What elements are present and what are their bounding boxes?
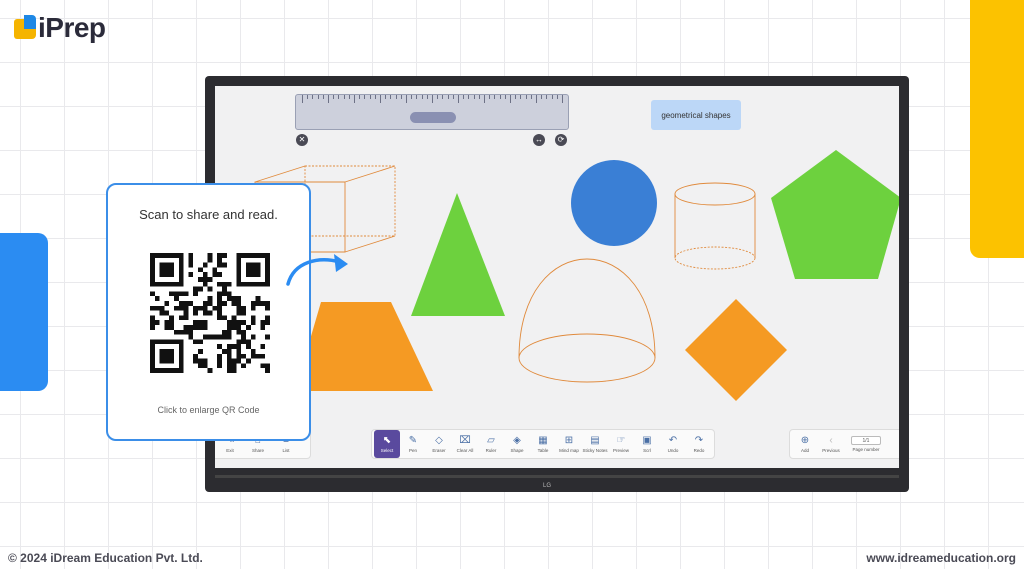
previous-label: Previous [822,448,840,453]
bezel-strip [215,475,899,478]
pen-icon: ✎ [408,435,418,446]
tool-undo-button[interactable]: ↶ Undo [660,430,686,458]
blue-circle [571,160,657,246]
tool-label: Preview [612,448,629,453]
orange-diamond [685,299,787,401]
tool-label: Undo [667,448,679,453]
tool-label: Table [537,448,549,453]
decorative-blue-block [0,233,48,391]
tool-ruler-button[interactable]: ▱ Ruler [478,430,504,458]
tool-label: Redo [693,448,705,453]
website-link[interactable]: www.idreameducation.org [866,551,1016,565]
tool-select-button[interactable]: ⬉ Select [374,430,400,458]
tool-label: Shape [510,448,524,453]
tool-label: Mind map [559,448,579,453]
tool-label: Exit [226,448,234,453]
pointer-arrow-icon [286,254,348,286]
tool-mind-map-button[interactable]: ⊞ Mind map [556,430,582,458]
enlarge-qr-link[interactable]: Click to enlarge QR Code [108,405,309,415]
tool-scrl-button[interactable]: ▣ Scrl [634,430,660,458]
redo-icon: ↷ [694,435,704,446]
tool-label: List [282,448,290,453]
tool-shape-button[interactable]: ◈ Shape [504,430,530,458]
tool-label: Select [380,448,394,453]
sticky-notes-icon: ▤ [590,435,600,446]
main-toolbar: ⬉ Select ✎ Pen ◇ Eraser ⌧ Clear All ▱ Ruler ◈ Shape… [371,429,715,459]
page-number-label: Page number [852,447,880,452]
page-number-control[interactable]: 1/1 Page number [844,430,888,458]
brand-name: iPrep [38,12,106,43]
mind-map-icon: ⊞ [564,435,574,446]
add-label: Add [800,448,809,453]
select-icon: ⬉ [382,435,392,446]
add-icon: ⊕ [800,435,810,446]
page-toolbar: ⊕ Add ‹ Previous 1/1 Page number [789,429,899,459]
green-triangle [411,193,505,316]
copyright-text: © 2024 iDream Education Pvt. Ltd. [8,551,203,565]
decorative-yellow-block [970,0,1024,258]
tool-label: Scrl [643,448,651,453]
table-icon: ▦ [538,435,548,446]
tool-eraser-button[interactable]: ◇ Eraser [426,430,452,458]
undo-icon: ↶ [668,435,678,446]
eraser-icon: ◇ [435,435,443,446]
brand-logo: iPrep [14,14,106,42]
add-page-button[interactable]: ⊕ Add [792,430,818,458]
tool-label: Pen [408,448,417,453]
qr-share-popup[interactable]: Scan to share and read. Click to enlarge… [106,183,311,441]
chevron-left-icon: ‹ [829,435,833,446]
tool-redo-button[interactable]: ↷ Redo [686,430,712,458]
qr-code[interactable] [150,253,270,373]
tool-table-button[interactable]: ▦ Table [530,430,556,458]
wireframe-hemisphere [518,258,656,383]
shape-icon: ◈ [513,435,521,446]
clear-all-icon: ⌧ [459,435,471,446]
wireframe-cylinder [674,182,756,270]
tool-pen-button[interactable]: ✎ Pen [400,430,426,458]
tool-label: Ruler [485,448,497,453]
ruler-icon: ▱ [487,435,495,446]
tool-clear-all-button[interactable]: ⌧ Clear All [452,430,478,458]
page-number-value: 1/1 [851,436,881,445]
scroll-icon: ▣ [642,435,652,446]
iprep-logo-icon [14,15,36,41]
tool-label: Sticky Notes [582,448,608,453]
tool-sticky-notes-button[interactable]: ▤ Sticky Notes [582,430,608,458]
tool-preview-button[interactable]: ☞ Preview [608,430,634,458]
green-pentagon [771,150,899,279]
tool-label: Share [251,448,264,453]
tool-label: Clear All [456,448,474,453]
qr-popup-title: Scan to share and read. [139,207,278,222]
preview-icon: ☞ [616,435,626,446]
monitor-brand-logo: LG [543,483,552,489]
previous-page-button[interactable]: ‹ Previous [818,430,844,458]
tool-label: Eraser [432,448,446,453]
